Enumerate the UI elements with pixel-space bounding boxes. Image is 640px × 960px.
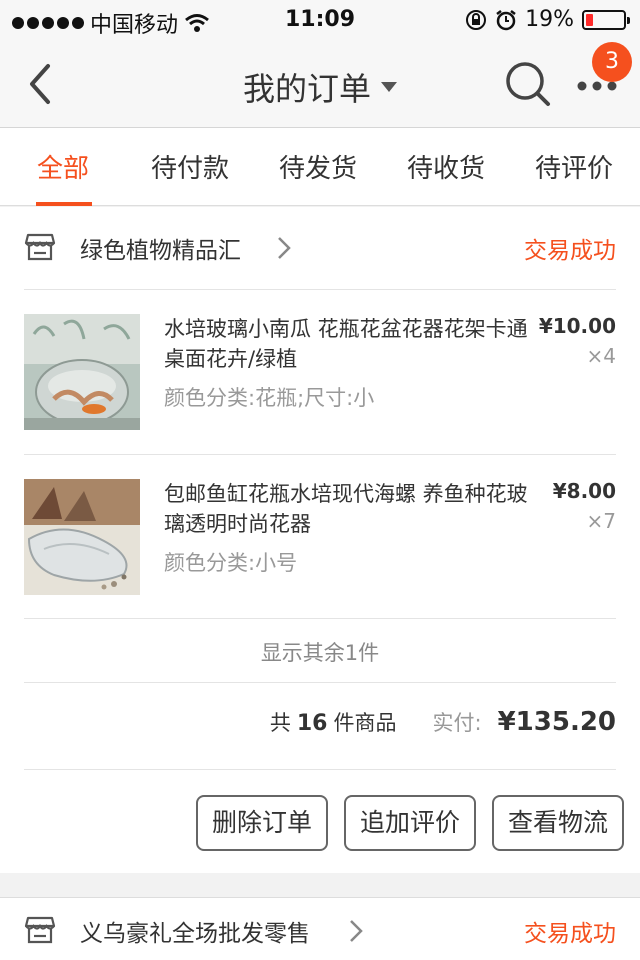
tab-underline <box>36 202 92 206</box>
product-spec: 颜色分类:小号 <box>164 551 298 575</box>
nav-bar: 我的订单 <box>0 40 640 128</box>
chevron-right-icon <box>278 237 291 259</box>
notification-badge[interactable]: 3 <box>592 42 632 82</box>
total-amount: ¥135.20 <box>497 707 616 737</box>
shop-name: 绿色植物精品汇 <box>80 238 241 264</box>
shop-icon <box>24 916 56 944</box>
order-card: 义乌豪礼全场批发零售 交易成功 <box>0 897 640 960</box>
battery-percent: 19% <box>525 7 574 32</box>
order-item[interactable]: 水培玻璃小南瓜 花瓶花盆花器花架卡通桌面花卉/绿植 颜色分类:花瓶;尺寸:小 ¥… <box>0 290 640 454</box>
orientation-lock-icon <box>466 9 487 30</box>
shop-name: 义乌豪礼全场批发零售 <box>80 921 310 947</box>
battery-level <box>586 13 593 26</box>
status-right: 19% <box>465 7 630 32</box>
shop-row[interactable]: 绿色植物精品汇 交易成功 <box>0 207 640 289</box>
product-title: 水培玻璃小南瓜 花瓶花盆花器花架卡通桌面花卉/绿植 <box>164 317 528 371</box>
search-icon[interactable] <box>504 60 552 108</box>
view-logistics-button[interactable]: 查看物流 <box>491 795 624 851</box>
tab-pending-receipt[interactable]: 待收货 <box>407 148 485 206</box>
tab-pending-payment[interactable]: 待付款 <box>151 148 229 206</box>
summary-suffix: 件商品 <box>333 711 397 735</box>
alarm-icon <box>496 9 516 30</box>
product-quantity: ×4 <box>586 344 616 368</box>
product-title: 包邮鱼缸花瓶水培现代海螺 养鱼种花玻璃透明时尚花器 <box>164 482 528 536</box>
divider <box>24 769 616 770</box>
order-card: 绿色植物精品汇 交易成功 水培玻璃小南瓜 花瓶花盆花器花架卡通桌面花卉/绿植 颜… <box>0 207 640 873</box>
status-bar: 中国移动 11:09 19% <box>0 0 640 40</box>
product-price: ¥8.00 <box>552 479 616 503</box>
add-review-button[interactable]: 追加评价 <box>343 795 476 851</box>
battery-icon <box>582 9 630 30</box>
order-status: 交易成功 <box>524 238 616 264</box>
pay-label: 实付: <box>432 711 482 735</box>
tab-pending-shipment[interactable]: 待发货 <box>279 148 357 206</box>
product-price: ¥10.00 <box>538 314 616 338</box>
tab-pending-review[interactable]: 待评价 <box>535 148 613 206</box>
delete-order-button[interactable]: 删除订单 <box>195 795 328 851</box>
divider <box>24 682 616 683</box>
caret-down-icon <box>381 82 397 92</box>
order-summary: 共 16 件商品 实付: ¥135.20 <box>270 707 616 737</box>
order-actions: 删除订单 追加评价 查看物流 <box>195 795 624 851</box>
shop-icon <box>24 233 56 261</box>
chevron-right-icon <box>350 920 363 942</box>
divider <box>24 618 616 619</box>
item-count: 16 <box>296 711 328 736</box>
order-item[interactable]: 包邮鱼缸花瓶水培现代海螺 养鱼种花玻璃透明时尚花器 颜色分类:小号 ¥8.00 … <box>0 455 640 619</box>
product-image-pumpkin-vase <box>24 314 140 430</box>
order-tabs: 全部 待付款 待发货 待收货 待评价 <box>0 128 640 206</box>
product-spec: 颜色分类:花瓶;尺寸:小 <box>164 386 375 410</box>
tab-all[interactable]: 全部 <box>37 148 89 206</box>
order-status: 交易成功 <box>524 921 616 947</box>
summary-prefix: 共 <box>269 711 291 735</box>
shop-row[interactable]: 义乌豪礼全场批发零售 交易成功 <box>0 898 640 960</box>
show-more-link[interactable]: 显示其余1件 <box>0 637 640 667</box>
product-image-conch-vase <box>24 479 140 595</box>
page-title-label: 我的订单 <box>242 70 371 108</box>
product-quantity: ×7 <box>586 509 616 533</box>
